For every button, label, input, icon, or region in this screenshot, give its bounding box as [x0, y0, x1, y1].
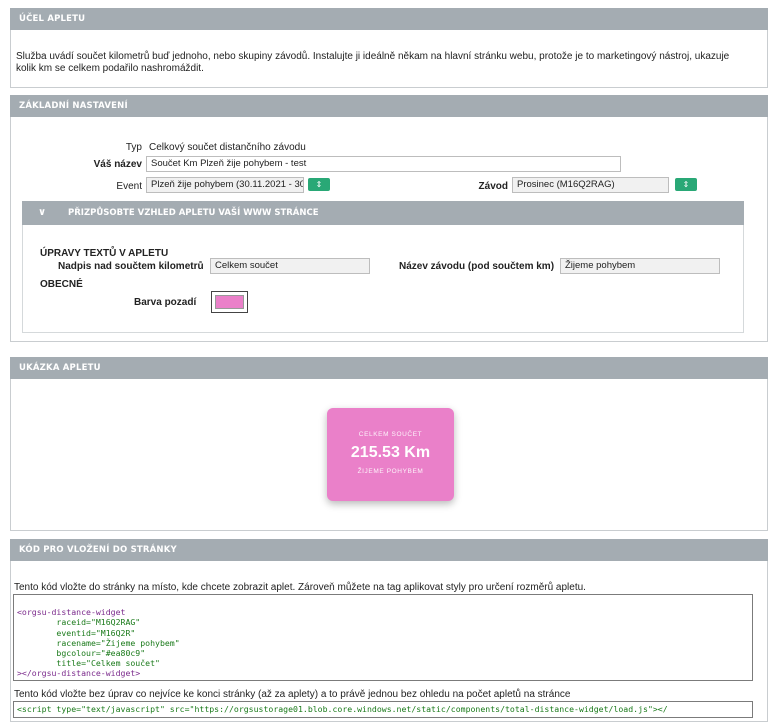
- zavod-label: Závod: [478, 181, 508, 192]
- widget-subtitle: Žijeme pohybem: [357, 468, 424, 475]
- code-line: raceid="M16Q2RAG": [17, 617, 141, 628]
- code-line: racename="Žijeme pohybem": [17, 637, 180, 648]
- ucel-description-line1: Služba uvádí součet kilometrů buď jednoh…: [16, 51, 730, 62]
- code-line: <orgsu-distance-widget: [17, 607, 126, 618]
- nazev-zavodu-label: Název závodu (pod součtem km): [399, 261, 555, 272]
- texts-heading: Úpravy textů v apletu: [40, 248, 169, 259]
- zavod-select[interactable]: Prosinec (M16Q2RAG): [512, 177, 669, 193]
- section-header-ukazka: Ukázka apletu: [10, 357, 768, 379]
- customize-body: [22, 225, 744, 333]
- nadpis-label: Nadpis nad součtem kilometrů: [58, 261, 204, 272]
- section-header-zakladni: Základní nastavení: [10, 95, 768, 117]
- nazev-input[interactable]: Součet Km Plzeň žije pohybem - test: [146, 156, 621, 172]
- up-down-arrows-icon[interactable]: ⇕: [675, 178, 697, 191]
- section-header-kod: Kód pro vložení do stránky: [10, 539, 768, 561]
- script-line: <script type="text/javascript" src="http…: [17, 704, 668, 714]
- code-line: title="Celkem součet": [17, 658, 160, 669]
- customize-toggle[interactable]: ∨ Přizpůsobte vzhled apletu vaší www str…: [22, 201, 744, 225]
- up-down-arrows-icon[interactable]: ⇕: [308, 178, 330, 191]
- general-heading: Obecné: [40, 279, 83, 290]
- kod-instruction1: Tento kód vložte do stránky na místo, kd…: [14, 582, 586, 593]
- code-line: ></orgsu-distance-widget>: [17, 668, 141, 679]
- color-swatch: [215, 295, 244, 309]
- typ-label: Typ: [125, 142, 142, 153]
- nadpis-input[interactable]: Celkem součet: [210, 258, 370, 274]
- widget-value: 215.53 Km: [350, 444, 431, 461]
- event-select[interactable]: Plzeň žije pohybem (30.11.2021 - 30.: [146, 177, 304, 193]
- nazev-zavodu-input[interactable]: Žijeme pohybem: [560, 258, 720, 274]
- widget-code-textarea[interactable]: <orgsu-distance-widget raceid="M16Q2RAG"…: [13, 594, 753, 681]
- code-line: eventid="M16Q2R": [17, 627, 136, 638]
- nazev-label: Váš název: [93, 159, 142, 170]
- event-label: Event: [116, 181, 142, 192]
- barva-label: Barva pozadí: [134, 297, 197, 308]
- typ-value: Celkový součet distančního závodu: [149, 142, 306, 153]
- code-line: bgcolour="#ea80c9": [17, 648, 146, 659]
- customize-title: Přizpůsobte vzhled apletu vaší www strán…: [68, 208, 319, 218]
- script-code-textarea[interactable]: <script type="text/javascript" src="http…: [13, 701, 753, 718]
- section-header-ucel: Účel apletu: [10, 8, 768, 30]
- ucel-description-line2: kolik km se celkem podařilo nashromáždit…: [16, 63, 204, 74]
- kod-instruction2: Tento kód vložte bez úprav co nejvíce ke…: [14, 689, 571, 700]
- widget-title: Celkem součet: [358, 431, 423, 438]
- chevron-down-icon: ∨: [38, 207, 47, 218]
- color-picker[interactable]: [211, 291, 248, 313]
- widget-preview: Celkem součet 215.53 Km Žijeme pohybem: [327, 408, 454, 501]
